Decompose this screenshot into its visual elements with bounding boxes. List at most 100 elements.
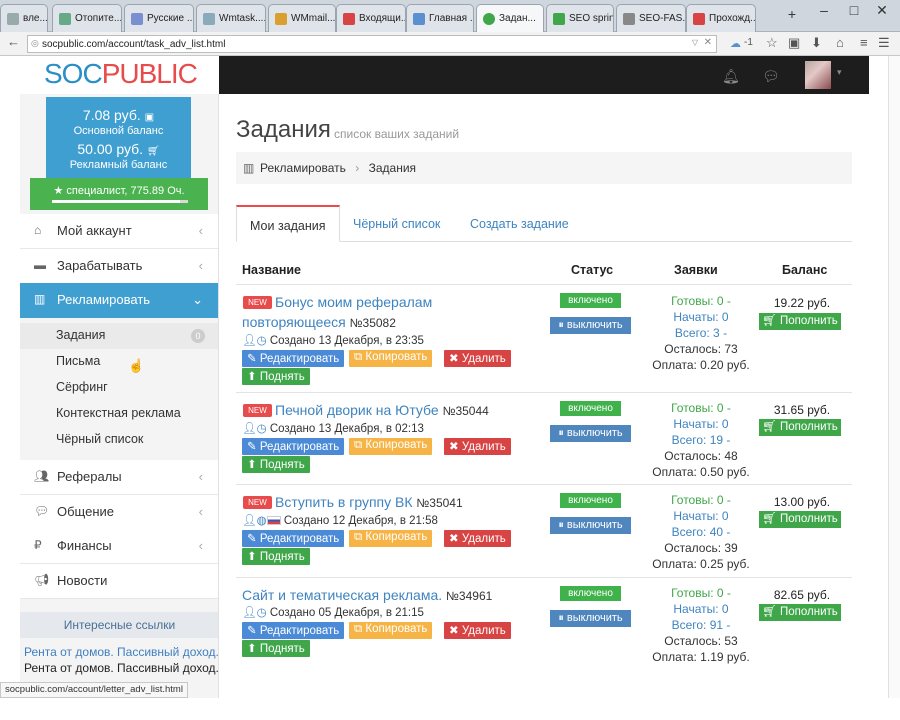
chat-icon[interactable]: 💬︎ — [762, 68, 780, 85]
disable-button[interactable]: ⏸︎ выключить — [550, 610, 631, 627]
user-icon: 👤︎ — [242, 515, 257, 527]
menu-item-chat[interactable]: 💬︎ Общение ‹ — [20, 495, 218, 530]
task-title-link[interactable]: Печной дворик на Ютубе №35044 — [275, 400, 489, 421]
browser-tab[interactable]: Прохожд... — [686, 4, 756, 32]
task-title-link[interactable]: Бонус моим рефералам — [275, 292, 432, 312]
raise-button[interactable]: ⬆ Поднять — [242, 368, 310, 385]
pause-icon: ⏸︎ — [558, 319, 564, 331]
browser-tab[interactable]: вле... — [0, 4, 48, 32]
menu-item-referrals[interactable]: 👥︎ Рефералы ‹ — [20, 460, 218, 495]
chevron-down-icon: ⌄ — [192, 292, 203, 307]
submenu-blacklist[interactable]: Чёрный список — [20, 427, 218, 453]
menu-item-account[interactable]: ⌂ Мой аккаунт ‹ — [20, 214, 218, 249]
copy-button[interactable]: ⧉ Копировать — [349, 438, 433, 455]
chevron-left-icon: ‹ — [198, 223, 203, 238]
copy-button[interactable]: ⧉ Копировать — [349, 350, 433, 367]
submenu-letters[interactable]: Письма ☝ — [20, 349, 218, 375]
maximize-icon[interactable]: □ — [840, 2, 868, 22]
minimize-icon[interactable]: – — [810, 2, 838, 22]
delete-button[interactable]: ✖ Удалить — [444, 438, 511, 455]
bookmark-star-icon[interactable]: ☆ — [766, 35, 778, 51]
main-content: Задания список ваших заданий ▥ Рекламиро… — [236, 94, 852, 698]
new-tab-icon[interactable]: + — [778, 6, 806, 26]
browser-tab-bar: вле... Отопите... Русские ... Wmtask....… — [0, 0, 900, 32]
menu-item-finance[interactable]: ₽ Финансы ‹ — [20, 529, 218, 564]
bell-icon[interactable]: 🔔︎ — [722, 68, 740, 85]
cloud-icon[interactable]: ☁ — [730, 37, 741, 50]
browser-tab[interactable]: WMmail.... — [268, 4, 336, 32]
edit-button[interactable]: ✎ Редактировать — [242, 438, 345, 455]
clock-icon: ◷ — [256, 423, 267, 435]
avatar[interactable] — [805, 61, 831, 89]
tab-label: SEO sprint — [569, 13, 614, 24]
extension-badge[interactable]: -1 — [744, 37, 753, 48]
disable-button[interactable]: ⏸︎ выключить — [550, 517, 631, 534]
sidebar-ad-link[interactable]: Рента от домов. Пассивный доход. — [24, 645, 218, 659]
delete-button[interactable]: ✖ Удалить — [444, 530, 511, 547]
task-title-link-cont[interactable]: повторяющееся №35082 — [242, 312, 396, 333]
task-title-link[interactable]: Сайт и тематическая реклама. №34961 — [242, 585, 492, 606]
back-icon[interactable]: ← — [7, 34, 20, 49]
tab-my-tasks[interactable]: Мои задания — [236, 205, 340, 242]
raise-button[interactable]: ⬆ Поднять — [242, 640, 310, 657]
browser-tab[interactable]: Главная ... — [406, 4, 474, 32]
submenu-context-ads[interactable]: Контекстная реклама — [20, 401, 218, 427]
bar-chart-icon: ▥ — [243, 161, 255, 175]
edit-button[interactable]: ✎ Редактировать — [242, 350, 345, 367]
topup-button[interactable]: 🛒︎ Пополнить — [759, 604, 841, 621]
chevron-down-icon[interactable]: ▾ — [837, 67, 842, 78]
topup-button[interactable]: 🛒︎ Пополнить — [759, 511, 841, 528]
browser-tab[interactable]: Отопите... — [52, 4, 122, 32]
column-header-name: Название — [242, 263, 302, 277]
clear-icon[interactable]: ✕ — [704, 37, 712, 48]
disable-button[interactable]: ⏸︎ выключить — [550, 317, 631, 334]
menu-item-advertise[interactable]: ▥ Рекламировать ⌄ — [20, 283, 218, 318]
breadcrumb-root[interactable]: Рекламировать — [260, 161, 346, 175]
chevron-left-icon: ‹ — [198, 258, 203, 273]
breadcrumb: ▥ Рекламировать › Задания — [236, 152, 852, 184]
close-window-icon[interactable]: ✕ — [868, 2, 896, 22]
browser-tab[interactable]: SEO-FAS... — [616, 4, 686, 32]
raise-button[interactable]: ⬆ Поднять — [242, 548, 310, 565]
tab-blacklist[interactable]: Чёрный список — [340, 205, 453, 242]
task-title-link[interactable]: Вступить в группу ВК №35041 — [275, 492, 463, 513]
menu-item-news[interactable]: 📢︎ Новости — [20, 564, 218, 599]
page-scrollbar[interactable] — [888, 56, 900, 698]
youtube-favicon-icon — [693, 13, 705, 25]
browser-tab[interactable]: Входящи... — [336, 4, 406, 32]
topup-button[interactable]: 🛒︎ Пополнить — [759, 419, 841, 436]
topup-button[interactable]: 🛒︎ Пополнить — [759, 313, 841, 330]
copy-button[interactable]: ⧉ Копировать — [349, 622, 433, 639]
tab-create-task[interactable]: Создать задание — [457, 205, 582, 242]
delete-button[interactable]: ✖ Удалить — [444, 622, 511, 639]
arrow-up-icon: ⬆ — [247, 551, 257, 563]
pencil-icon: ✎ — [247, 625, 257, 637]
clipboard-icon[interactable]: ▣ — [788, 35, 800, 51]
sidebar-ad-link-hover[interactable]: Рента от домов. Пассивный доход. — [24, 661, 218, 675]
logo[interactable]: SOCPUBLIC — [20, 56, 219, 94]
edit-button[interactable]: ✎ Редактировать — [242, 530, 345, 547]
browser-tab[interactable]: Wmtask.... — [196, 4, 266, 32]
address-field[interactable]: ◎ socpublic.com/account/task_adv_list.ht… — [27, 35, 717, 53]
task-number: №35082 — [349, 316, 396, 330]
disable-button[interactable]: ⏸︎ выключить — [550, 425, 631, 442]
task-balance: 19.22 руб. — [773, 296, 831, 310]
home-icon[interactable]: ⌂ — [836, 35, 844, 50]
raise-button[interactable]: ⬆ Поднять — [242, 456, 310, 473]
browser-tab-active[interactable]: Задан... — [476, 4, 544, 32]
delete-button[interactable]: ✖ Удалить — [444, 350, 511, 367]
edit-button[interactable]: ✎ Редактировать — [242, 622, 345, 639]
menu-item-earn[interactable]: ▬ Зарабатывать ‹ — [20, 249, 218, 284]
browser-tab[interactable]: SEO sprint — [546, 4, 614, 32]
copy-button[interactable]: ⧉ Копировать — [349, 530, 433, 547]
ad-balance: 50.00 руб. 🛒︎ — [77, 141, 160, 157]
download-icon[interactable]: ⬇ — [811, 35, 822, 51]
submenu-surfing[interactable]: Сёрфинг — [20, 375, 218, 401]
dropdown-icon[interactable]: ▽ — [692, 38, 698, 47]
feed-icon[interactable]: ≡ — [860, 35, 868, 50]
browser-tab[interactable]: Русские ... — [124, 4, 194, 32]
pencil-icon: ✎ — [247, 441, 257, 453]
menu-icon[interactable]: ☰ — [878, 35, 890, 51]
submenu-tasks[interactable]: Задания 0 — [20, 323, 218, 349]
briefcase-icon: ▬ — [34, 258, 46, 272]
